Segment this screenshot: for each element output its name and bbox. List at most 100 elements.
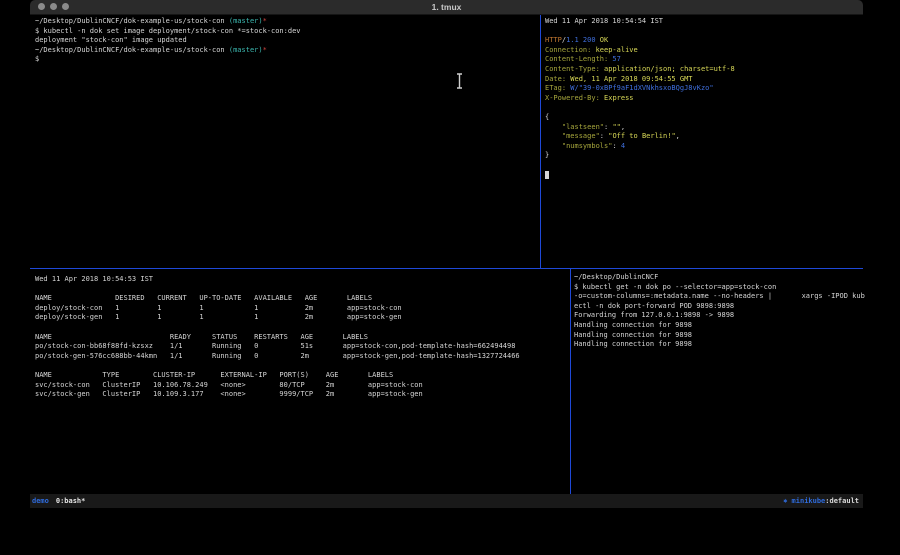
- terminal-line: [35, 323, 575, 333]
- terminal-text-segment: "numsymbols": [562, 142, 613, 150]
- terminal-text-segment: ~/Desktop/DublinCNCF/dok-example-us/stoc…: [35, 46, 225, 54]
- pane-divider-horizontal[interactable]: [30, 268, 863, 269]
- terminal-line: Wed 11 Apr 2018 10:54:54 IST: [545, 17, 867, 27]
- terminal-text-segment: Connection:: [545, 46, 591, 54]
- zoom-button[interactable]: [62, 3, 69, 10]
- terminal-text-segment: Express: [600, 94, 634, 102]
- terminal-text-segment: HTTP: [545, 36, 562, 44]
- terminal-text-segment: po/stock-con-bb68f88fd-kzsxz 1/1 Running…: [35, 342, 515, 350]
- terminal-text-segment: X-Powered-By:: [545, 94, 600, 102]
- terminal-text-segment: Handling connection for 9898: [574, 340, 692, 348]
- status-right: ⎈ minikube:default: [783, 494, 859, 508]
- terminal-line: ~/Desktop/DublinCNCF: [574, 273, 866, 283]
- terminal-line: Content-Type: application/json; charset=…: [545, 65, 867, 75]
- pane-bottom-left-kubectl-watch[interactable]: Wed 11 Apr 2018 10:54:53 IST NAME DESIRED…: [30, 269, 575, 500]
- pane-bottom-right-port-forward[interactable]: ~/Desktop/DublinCNCF $ kubectl get -n dok…: [571, 269, 866, 498]
- mouse-cursor-ibeam-icon: [455, 73, 464, 93]
- terminal-line: deploy/stock-gen 1 1 1 1 2m app=stock-ge…: [35, 313, 575, 323]
- terminal-text-segment: $ kubectl get -n dok po --selector=app=s…: [574, 283, 776, 291]
- terminal-text-segment: Content-Type:: [545, 65, 600, 73]
- terminal-text-segment: {: [545, 113, 549, 121]
- terminal-text-segment: Date:: [545, 75, 566, 83]
- terminal-line: ~/Desktop/DublinCNCF/dok-example-us/stoc…: [35, 46, 545, 56]
- terminal-line: }: [545, 151, 867, 161]
- terminal-line: [35, 361, 575, 371]
- terminal-line: -o=custom-columns=:metadata.name --no-he…: [574, 292, 866, 302]
- terminal-text-segment: Handling connection for 9898: [574, 321, 692, 329]
- terminal-line: ectl -n dok port-forward POD 9898:9898: [574, 302, 866, 312]
- terminal-line: svc/stock-con ClusterIP 10.106.78.249 <n…: [35, 381, 575, 391]
- terminal-text-segment: "Off to Berlin!": [608, 132, 675, 140]
- terminal-text-segment: ectl -n dok port-forward POD 9898:9898: [574, 302, 734, 310]
- terminal-line: "message": "Off to Berlin!",: [545, 132, 867, 142]
- terminal-line: "lastseen": "",: [545, 123, 867, 133]
- terminal-text-segment: ETag:: [545, 84, 566, 92]
- terminal-line: svc/stock-gen ClusterIP 10.109.3.177 <no…: [35, 390, 575, 400]
- terminal-text-segment: [545, 142, 562, 150]
- terminal-line: X-Powered-By: Express: [545, 94, 867, 104]
- terminal-text-segment: ~/Desktop/DublinCNCF/dok-example-us/stoc…: [35, 17, 225, 25]
- terminal-line: Content-Length: 57: [545, 55, 867, 65]
- terminal-text-segment: ~/Desktop/DublinCNCF: [574, 273, 658, 281]
- terminal-line: NAME TYPE CLUSTER-IP EXTERNAL-IP PORT(S)…: [35, 371, 575, 381]
- terminal-text-segment: NAME TYPE CLUSTER-IP EXTERNAL-IP PORT(S)…: [35, 371, 393, 379]
- terminal-line: "numsymbols": 4: [545, 142, 867, 152]
- terminal-line: Handling connection for 9898: [574, 321, 866, 331]
- terminal-window: 1. tmux ~/Desktop/DublinCNCF/dok-example…: [30, 0, 863, 509]
- terminal-text-segment: }: [545, 151, 549, 159]
- terminal-text-segment: :: [600, 132, 608, 140]
- terminal-text-segment: 57: [608, 55, 621, 63]
- terminal-text-segment: deploy/stock-con 1 1 1 1 2m app=stock-co…: [35, 304, 402, 312]
- terminal-text-segment: (master): [225, 46, 263, 54]
- text-cursor-block: [545, 171, 549, 179]
- session-name: demo: [32, 497, 49, 505]
- terminal-line: [545, 27, 867, 37]
- terminal-text-segment: OK: [596, 36, 609, 44]
- close-button[interactable]: [38, 3, 45, 10]
- terminal-text-segment: NAME DESIRED CURRENT UP-TO-DATE AVAILABL…: [35, 294, 372, 302]
- terminal-line: $: [35, 55, 545, 65]
- minimize-button[interactable]: [50, 3, 57, 10]
- terminal-line: Wed 11 Apr 2018 10:54:53 IST: [35, 275, 575, 285]
- terminal-text-segment: Wed 11 Apr 2018 10:54:53 IST: [35, 275, 153, 283]
- terminal-line: HTTP/1.1 200 OK: [545, 36, 867, 46]
- terminal-text-segment: [545, 123, 562, 131]
- window-titlebar[interactable]: 1. tmux: [30, 0, 863, 15]
- terminal-text-segment: (master): [225, 17, 263, 25]
- terminal-line: Connection: keep-alive: [545, 46, 867, 56]
- terminal-line: [545, 161, 867, 171]
- tmux-session: ~/Desktop/DublinCNCF/dok-example-us/stoc…: [30, 15, 863, 494]
- desktop: { "window": { "title": "1. tmux" }, "pal…: [0, 0, 900, 555]
- terminal-text-segment: NAME READY STATUS RESTARTS AGE LABELS: [35, 333, 368, 341]
- terminal-text-segment: *: [263, 17, 267, 25]
- terminal-text-segment: deploy/stock-gen 1 1 1 1 2m app=stock-ge…: [35, 313, 402, 321]
- terminal-line: [545, 103, 867, 113]
- tmux-status-bar: demo 0:bash* ⎈ minikube:default: [30, 494, 863, 508]
- terminal-text-segment: svc/stock-gen ClusterIP 10.109.3.177 <no…: [35, 390, 423, 398]
- terminal-text-segment: $: [35, 55, 39, 63]
- terminal-line: NAME READY STATUS RESTARTS AGE LABELS: [35, 333, 575, 343]
- terminal-line: NAME DESIRED CURRENT UP-TO-DATE AVAILABL…: [35, 294, 575, 304]
- pane-divider-vertical-bottom[interactable]: [570, 269, 571, 494]
- terminal-line: $ kubectl get -n dok po --selector=app=s…: [574, 283, 866, 293]
- terminal-text-segment: Forwarding from 127.0.0.1:9898 -> 9898: [574, 311, 734, 319]
- terminal-text-segment: Handling connection for 9898: [574, 331, 692, 339]
- pane-top-left-shell[interactable]: ~/Desktop/DublinCNCF/dok-example-us/stoc…: [30, 15, 545, 270]
- terminal-line: [35, 285, 575, 295]
- terminal-text-segment: 1.1 200: [566, 36, 596, 44]
- terminal-line: {: [545, 113, 867, 123]
- terminal-text-segment: *: [263, 46, 267, 54]
- terminal-line: $ kubectl -n dok set image deployment/st…: [35, 27, 545, 37]
- terminal-line: ETag: W/"39-0xBPf9aF1dXVNkhsxoBQgJ8vKzo": [545, 84, 867, 94]
- terminal-line: deploy/stock-con 1 1 1 1 2m app=stock-co…: [35, 304, 575, 314]
- window-title: 1. tmux: [30, 0, 863, 14]
- pane-top-right-http-response[interactable]: Wed 11 Apr 2018 10:54:54 IST HTTP/1.1 200…: [541, 15, 867, 270]
- terminal-text-segment: $ kubectl -n dok set image deployment/st…: [35, 27, 301, 35]
- status-left: demo 0:bash*: [32, 494, 85, 508]
- pane-divider-vertical-top[interactable]: [540, 15, 541, 269]
- terminal-text-segment: ,: [676, 132, 680, 140]
- window-tab[interactable]: 0:bash*: [56, 497, 86, 505]
- terminal-line: deployment "stock-con" image updated: [35, 36, 545, 46]
- terminal-text-segment: Wed, 11 Apr 2018 09:54:55 GMT: [566, 75, 692, 83]
- terminal-line: Date: Wed, 11 Apr 2018 09:54:55 GMT: [545, 75, 867, 85]
